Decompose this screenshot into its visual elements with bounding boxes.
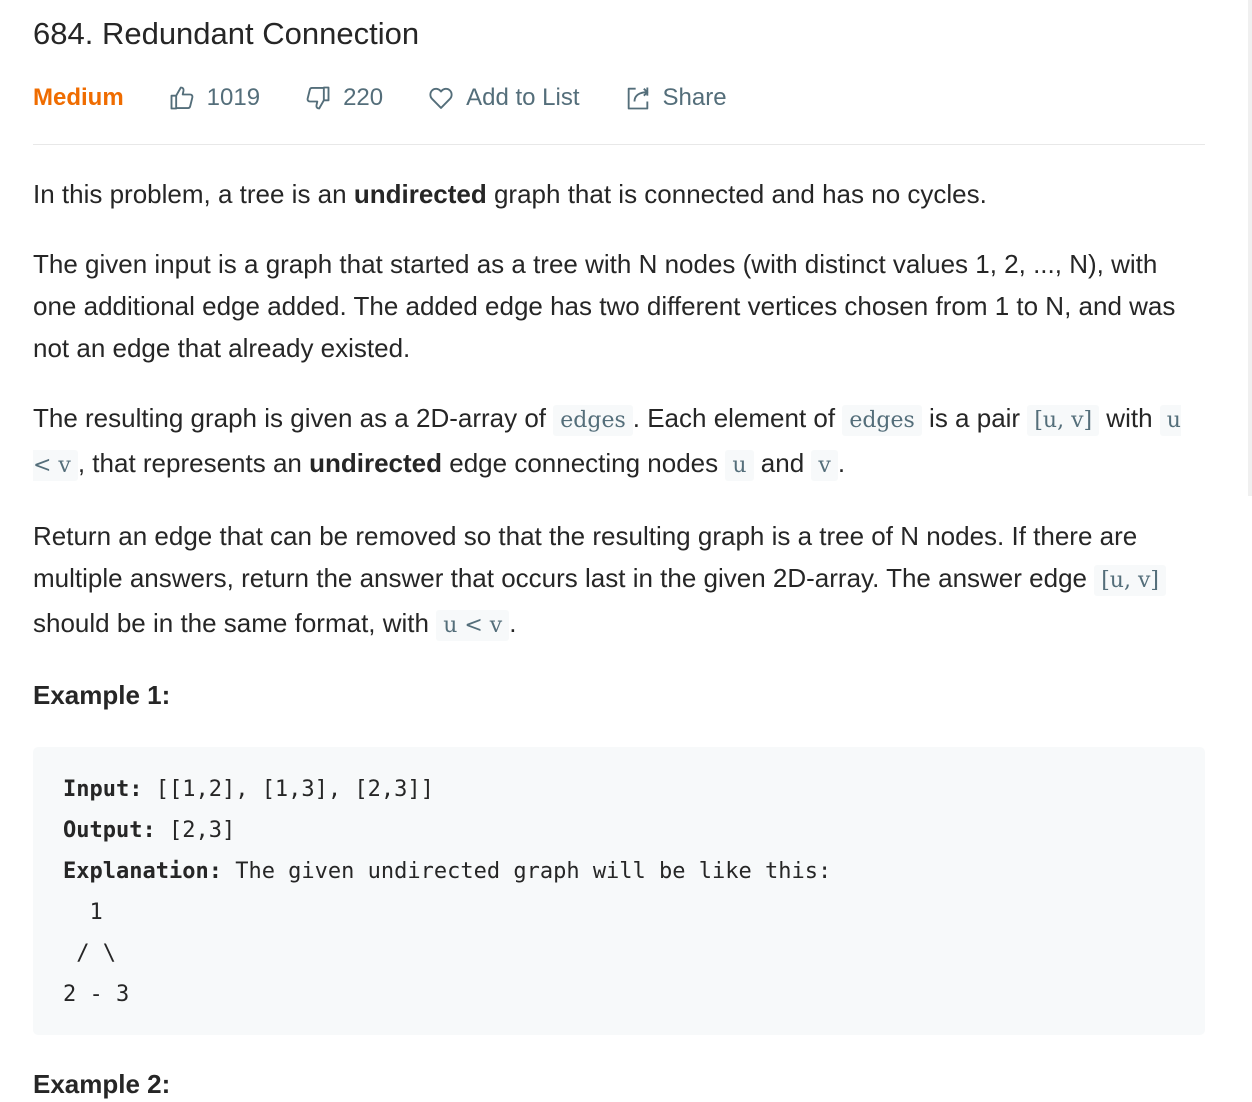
text-span: graph that is connected and has no cycle… xyxy=(486,179,987,209)
description-paragraph-4: Return an edge that can be removed so th… xyxy=(33,515,1205,647)
like-count: 1019 xyxy=(206,84,261,111)
text-span: edge connecting nodes xyxy=(442,448,726,478)
explanation-value: The given undirected graph will be like … xyxy=(221,859,832,884)
text-span: and xyxy=(753,448,812,478)
inline-code: v xyxy=(811,450,838,481)
difficulty-label: Medium xyxy=(33,84,124,111)
inline-code: edges xyxy=(553,405,633,436)
graph-diagram-line: 1 xyxy=(63,900,103,925)
add-to-list-button[interactable]: Add to List xyxy=(427,84,580,112)
problem-panel: 684. Redundant Connection Medium 1019 22… xyxy=(33,0,1205,1102)
text-span: Return an edge that can be removed so th… xyxy=(33,521,1138,593)
problem-title: 684. Redundant Connection xyxy=(33,16,420,51)
text-span: with xyxy=(1099,403,1160,433)
input-label: Input: xyxy=(63,777,143,802)
problem-meta-bar: Medium 1019 220 Add to List Share xyxy=(33,74,1205,145)
scrollbar[interactable] xyxy=(1248,0,1252,496)
share-label: Share xyxy=(662,84,727,111)
graph-diagram-line: 2 - 3 xyxy=(63,982,130,1007)
explanation-label: Explanation: xyxy=(63,859,222,884)
emphasis-text: undirected xyxy=(309,448,443,478)
inline-code: [u, v] xyxy=(1094,565,1166,596)
dislike-count: 220 xyxy=(343,84,384,111)
output-label: Output: xyxy=(63,818,156,843)
example-2-heading: Example 2: xyxy=(33,1069,171,1099)
emphasis-text: undirected xyxy=(353,179,487,209)
text-span: , that represents an xyxy=(77,448,310,478)
add-to-list-label: Add to List xyxy=(466,84,580,111)
inline-code: [u, v] xyxy=(1027,405,1100,436)
graph-diagram-line: / \ xyxy=(63,941,116,966)
text-span: . xyxy=(509,608,517,638)
inline-code: edges xyxy=(842,405,922,436)
thumbs-down-icon xyxy=(304,84,343,112)
text-span: should be in the same format, with xyxy=(33,608,437,638)
like-button[interactable]: 1019 xyxy=(168,84,260,112)
description-paragraph-3: The resulting graph is given as a 2D-arr… xyxy=(33,397,1205,487)
example-1-block: Input: [[1,2], [1,3], [2,3]] Output: [2,… xyxy=(33,747,1205,1035)
description-paragraph-2: The given input is a graph that started … xyxy=(33,249,1176,363)
heart-icon xyxy=(427,84,466,112)
share-icon xyxy=(624,84,663,112)
inline-code: u xyxy=(725,450,754,481)
text-span: . Each element of xyxy=(632,403,843,433)
text-span: The resulting graph is given as a 2D-arr… xyxy=(33,403,554,433)
text-span: . xyxy=(837,448,846,478)
thumbs-up-icon xyxy=(168,84,207,112)
output-value: [2,3] xyxy=(155,818,236,843)
description-paragraph-1: In this problem, a tree is an undirected… xyxy=(33,173,1205,215)
example-1-heading: Example 1: xyxy=(33,680,171,710)
input-value: [[1,2], [1,3], [2,3]] xyxy=(142,777,434,802)
dislike-button[interactable]: 220 xyxy=(304,84,383,112)
problem-description: In this problem, a tree is an undirected… xyxy=(33,173,1205,647)
text-span: is a pair xyxy=(921,403,1028,433)
text-span: In this problem, a tree is an xyxy=(33,179,354,209)
inline-code: u < v xyxy=(436,610,510,641)
share-button[interactable]: Share xyxy=(624,84,727,112)
